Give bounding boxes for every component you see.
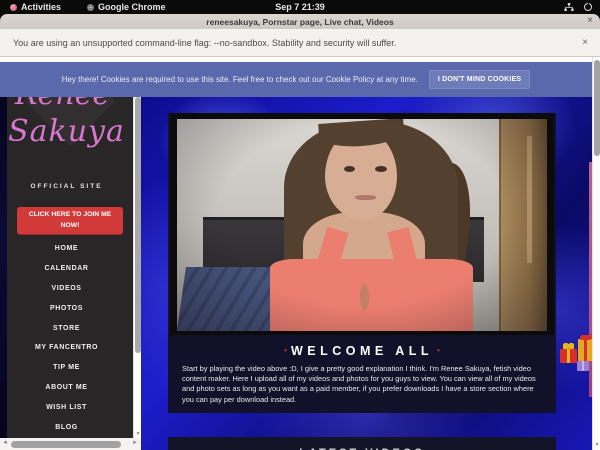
clock[interactable]: Sep 7 21:39 <box>0 2 600 12</box>
sidebar-scroll-left-icon[interactable]: ◄ <box>2 440 8 446</box>
infobar-close-icon[interactable]: × <box>582 37 588 48</box>
sidebar-item-home[interactable]: HOME <box>0 239 133 259</box>
heading-dot-left-icon: • <box>280 346 291 355</box>
video-vignette <box>177 119 547 331</box>
sidebar-horizontal-scrollbar-thumb[interactable] <box>11 441 121 448</box>
sidebar-left-edge <box>0 97 7 438</box>
official-site-tagline: OFFICIAL SITE <box>0 183 133 190</box>
welcome-heading: •WELCOME ALL• <box>168 344 556 358</box>
screen: Activities Google Chrome Sep 7 21:39 ren… <box>0 0 600 450</box>
page-viewport: Renee Sakuya OFFICIAL SITE CLICK HERE TO… <box>0 97 592 450</box>
main-content: •WELCOME ALL• Start by playing the video… <box>141 97 592 450</box>
chrome-infobar: You are using an unsupported command-lin… <box>0 29 600 57</box>
site-logo[interactable]: Renee Sakuya <box>0 97 133 149</box>
sidebar-vertical-scrollbar[interactable]: ▼ <box>133 97 141 438</box>
browser-scrollbar-thumb[interactable] <box>594 60 600 156</box>
window-title: reneesakuya, Pornstar page, Live chat, V… <box>206 17 393 27</box>
cookie-message: Hey there! Cookies are required to use t… <box>62 75 418 84</box>
browser-scroll-down-icon[interactable]: ▼ <box>593 442 600 448</box>
logo-line2: Sakuya <box>0 114 133 149</box>
network-icon[interactable] <box>564 3 574 12</box>
sidebar-horizontal-scrollbar[interactable]: ◄ ► <box>0 438 141 450</box>
sidebar-item-my-fancentro[interactable]: MY FANCENTRO <box>0 338 133 358</box>
window-close-icon[interactable]: × <box>587 15 593 26</box>
gift-box-purple-icon <box>577 361 589 371</box>
cookie-banner: Hey there! Cookies are required to use t… <box>0 62 592 97</box>
cookie-accept-button[interactable]: I DON'T MIND COOKIES <box>429 70 530 89</box>
infobar-message: You are using an unsupported command-lin… <box>13 38 396 48</box>
logo-line1: Renee <box>0 97 133 112</box>
sidebar-item-about-me[interactable]: ABOUT ME <box>0 378 133 398</box>
join-now-button[interactable]: CLICK HERE TO JOIN ME NOW! <box>17 207 123 234</box>
gift-box-red-icon <box>560 349 577 363</box>
gnome-top-bar: Activities Google Chrome Sep 7 21:39 <box>0 0 600 14</box>
browser-scrollbar[interactable]: ▼ <box>592 57 600 450</box>
window-titlebar[interactable]: reneesakuya, Pornstar page, Live chat, V… <box>0 14 600 29</box>
sidebar-item-store[interactable]: STORE <box>0 318 133 338</box>
sidebar-item-tip-me[interactable]: TIP ME <box>0 358 133 378</box>
welcome-section: •WELCOME ALL• Start by playing the video… <box>168 335 556 413</box>
sidebar-menu: HOME CALENDAR VIDEOS PHOTOS STORE MY FAN… <box>0 239 133 437</box>
welcome-heading-text: WELCOME ALL <box>291 344 433 358</box>
sidebar: Renee Sakuya OFFICIAL SITE CLICK HERE TO… <box>0 97 133 438</box>
content-panel: •WELCOME ALL• Start by playing the video… <box>168 113 556 413</box>
gift-box-gold-icon <box>578 339 592 361</box>
latest-videos-section: LATEST VIDEOS <box>168 437 556 450</box>
sidebar-item-blog[interactable]: BLOG <box>0 417 133 437</box>
sidebar-item-videos[interactable]: VIDEOS <box>0 279 133 299</box>
video-player[interactable] <box>170 113 554 335</box>
power-icon[interactable] <box>584 3 592 11</box>
video-still-image[interactable] <box>177 119 547 331</box>
welcome-paragraph: Start by playing the video above :D, I g… <box>182 364 542 405</box>
sidebar-item-wish-list[interactable]: WISH LIST <box>0 397 133 417</box>
gifts-icon[interactable] <box>558 325 592 377</box>
sidebar-item-calendar[interactable]: CALENDAR <box>0 259 133 279</box>
heading-dot-right-icon: • <box>433 346 444 355</box>
sidebar-item-photos[interactable]: PHOTOS <box>0 298 133 318</box>
sidebar-scroll-right-icon[interactable]: ► <box>132 440 138 446</box>
